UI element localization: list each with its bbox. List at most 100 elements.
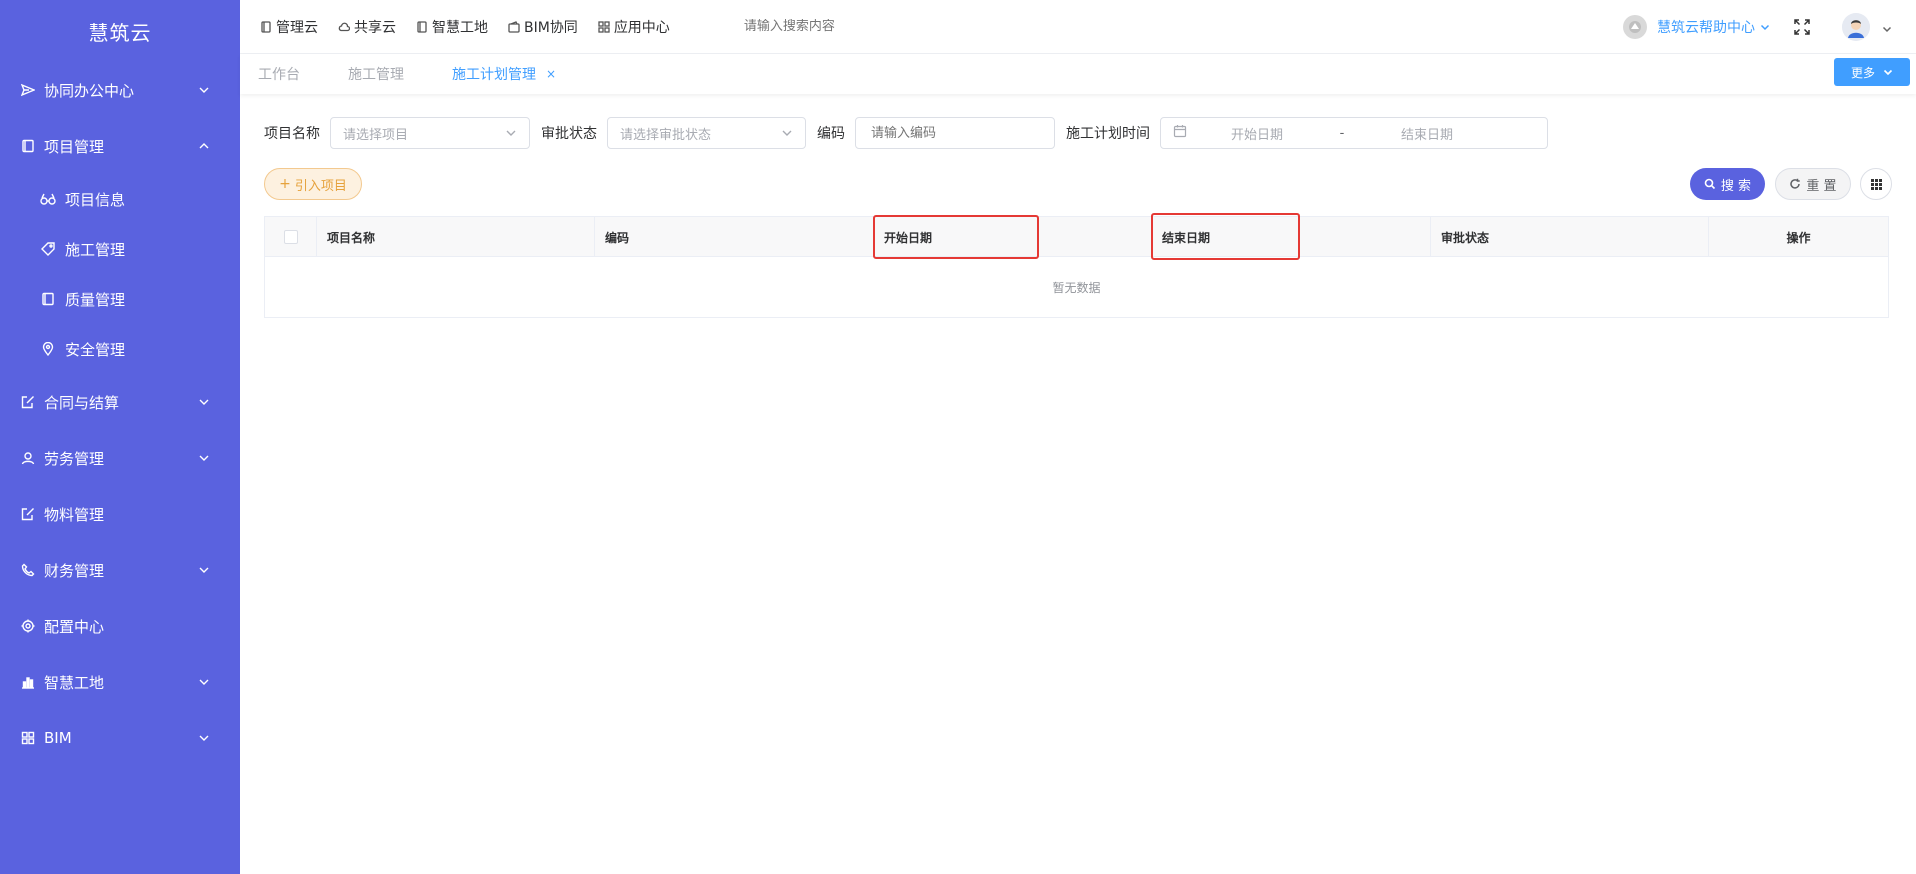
code-label: 编码 — [817, 126, 845, 142]
tab-construction-plan-management[interactable]: 施工计划管理 × — [452, 64, 556, 84]
search-button[interactable]: 搜 索 — [1690, 168, 1765, 200]
topnav-label: 智慧工地 — [432, 19, 488, 36]
sidebar: 慧筑云 协同办公中心 项目管理 项目信息 施工管理 质量管理 安全管理 合同与结… — [0, 0, 240, 874]
user-avatar[interactable] — [1842, 13, 1870, 41]
phone-icon — [20, 562, 36, 578]
plus-icon: + — [279, 176, 291, 192]
location-pin-icon — [40, 341, 56, 357]
tag-icon — [40, 241, 56, 257]
topnav-label: BIM协同 — [524, 19, 578, 36]
sidebar-item-smart-site[interactable]: 智慧工地 — [0, 654, 240, 710]
brand-logo-text: 慧筑云 — [88, 20, 152, 45]
glasses-icon — [40, 191, 56, 207]
filter-form: 项目名称 请选择项目 审批状态 请选择审批状态 编码 施工计划时间 开始日期 -… — [264, 117, 1548, 149]
sidebar-item-label: 合同与结算 — [44, 393, 120, 412]
topnav-label: 应用中心 — [613, 19, 670, 36]
calendar-icon — [1173, 124, 1187, 142]
help-logo-icon — [1623, 15, 1647, 39]
project-name-label: 项目名称 — [264, 126, 320, 142]
chevron-down-icon — [198, 732, 210, 744]
end-date-placeholder[interactable]: 结束日期 — [1357, 124, 1497, 143]
chevron-down-icon[interactable] — [1882, 22, 1892, 33]
column-header-approval-status[interactable]: 审批状态 — [1431, 217, 1709, 257]
tab-construction-management[interactable]: 施工管理 — [348, 64, 404, 84]
sidebar-item-finance-management[interactable]: 财务管理 — [0, 542, 240, 598]
more-button[interactable]: 更多 — [1834, 58, 1910, 86]
sidebar-item-label: 配置中心 — [44, 617, 105, 636]
sidebar-item-label: BIM — [44, 729, 72, 747]
sidebar-item-contract-settlement[interactable]: 合同与结算 — [0, 374, 240, 430]
apps-grid-icon — [1870, 178, 1882, 190]
chevron-up-icon — [198, 140, 210, 152]
start-date-placeholder[interactable]: 开始日期 — [1187, 124, 1327, 143]
fullscreen-icon[interactable] — [1794, 19, 1810, 35]
column-header-code[interactable]: 编码 — [595, 217, 874, 257]
sidebar-subitem-project-info[interactable]: 项目信息 — [0, 174, 240, 224]
grid-icon — [20, 730, 36, 746]
tab-workbench[interactable]: 工作台 — [258, 64, 300, 84]
bar-chart-icon — [20, 674, 36, 690]
sidebar-item-label: 项目管理 — [44, 137, 105, 156]
sidebar-subitem-construction-management[interactable]: 施工管理 — [0, 224, 240, 274]
column-header-actions: 操作 — [1786, 230, 1811, 245]
sidebar-item-label: 安全管理 — [65, 340, 126, 359]
top-nav: 管理云 共享云 智慧工地 BIM协同 应用中心 — [240, 17, 690, 37]
sidebar-item-label: 项目信息 — [65, 190, 126, 209]
topnav-bim-collab[interactable]: BIM协同 — [508, 17, 578, 37]
edit-document-icon — [20, 394, 36, 410]
sidebar-subitem-quality-management[interactable]: 质量管理 — [0, 274, 240, 324]
send-icon — [20, 82, 36, 98]
sidebar-item-label: 劳务管理 — [44, 449, 105, 468]
help-center-dropdown[interactable]: 慧筑云帮助中心 — [1657, 17, 1770, 37]
topnav-shared-cloud[interactable]: 共享云 — [338, 17, 396, 37]
book-icon — [20, 138, 36, 154]
chevron-down-icon — [198, 564, 210, 576]
reset-button[interactable]: 重 置 — [1775, 168, 1851, 200]
column-settings-button[interactable] — [1860, 168, 1892, 200]
tabs-bar: 工作台 施工管理 施工计划管理 × 更多 — [240, 54, 1916, 94]
tab-label: 工作台 — [258, 67, 300, 83]
close-icon[interactable]: × — [546, 67, 556, 81]
book-icon — [40, 291, 56, 307]
search-label: 搜 索 — [1720, 178, 1752, 194]
chevron-down-icon — [1760, 24, 1770, 31]
reset-label: 重 置 — [1806, 178, 1837, 194]
date-range-picker[interactable]: 开始日期 - 结束日期 — [1160, 117, 1548, 149]
import-project-button[interactable]: + 引入项目 — [264, 168, 362, 200]
approval-status-label: 审批状态 — [541, 126, 597, 142]
gear-icon — [20, 618, 36, 634]
sidebar-item-label: 施工管理 — [65, 240, 126, 259]
book-icon — [417, 20, 427, 33]
chevron-down-icon — [198, 452, 210, 464]
sidebar-item-bim[interactable]: BIM — [0, 710, 240, 766]
column-header-project-name[interactable]: 项目名称 — [317, 217, 595, 257]
approval-status-placeholder: 请选择审批状态 — [620, 127, 712, 143]
sidebar-item-collab-office[interactable]: 协同办公中心 — [0, 62, 240, 118]
search-icon — [1704, 178, 1715, 190]
project-select[interactable]: 请选择项目 — [330, 117, 530, 149]
grid-icon — [598, 20, 610, 33]
approval-status-select[interactable]: 请选择审批状态 — [607, 117, 806, 149]
topnav-management-cloud[interactable]: 管理云 — [260, 17, 318, 37]
column-header-end-date[interactable]: 结束日期 — [1152, 217, 1431, 257]
select-all-checkbox[interactable] — [283, 230, 298, 244]
global-search-input[interactable] — [743, 19, 1004, 34]
topnav-smart-site[interactable]: 智慧工地 — [416, 17, 488, 37]
chevron-down-icon — [198, 84, 210, 96]
sidebar-item-label: 智慧工地 — [44, 673, 105, 692]
sidebar-item-config-center[interactable]: 配置中心 — [0, 598, 240, 654]
column-header-start-date[interactable]: 开始日期 — [874, 217, 1152, 257]
refresh-icon — [1790, 178, 1801, 189]
code-input[interactable] — [855, 117, 1055, 149]
edit-document-icon — [20, 506, 36, 522]
import-project-label: 引入项目 — [294, 178, 347, 194]
help-center-label: 慧筑云帮助中心 — [1657, 20, 1755, 36]
topnav-app-center[interactable]: 应用中心 — [598, 17, 670, 37]
sidebar-subitem-safety-management[interactable]: 安全管理 — [0, 324, 240, 374]
sidebar-item-project-management[interactable]: 项目管理 — [0, 118, 240, 174]
sidebar-item-material-management[interactable]: 物料管理 — [0, 486, 240, 542]
empty-state-text: 暂无数据 — [1052, 280, 1101, 295]
sidebar-item-labor-management[interactable]: 劳务管理 — [0, 430, 240, 486]
date-range-separator: - — [1339, 125, 1345, 141]
more-label: 更多 — [1850, 65, 1875, 80]
